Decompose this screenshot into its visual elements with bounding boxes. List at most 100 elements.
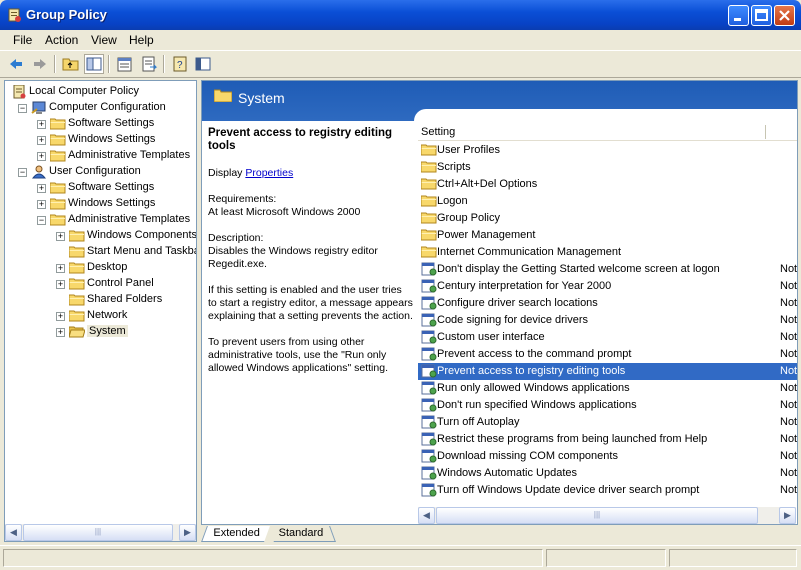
expand-icon[interactable]: +	[37, 136, 46, 145]
setting-state: Not	[780, 280, 798, 292]
tree-pane[interactable]: Local Computer Policy − Computer Configura…	[4, 80, 197, 542]
header-band: System	[202, 81, 797, 121]
expand-icon[interactable]: +	[56, 312, 65, 321]
tree-item[interactable]: − User Configuration	[5, 164, 196, 180]
forward-button[interactable]	[30, 54, 50, 74]
scroll-left-button[interactable]: ◀	[5, 524, 22, 541]
expand-icon[interactable]: +	[37, 200, 46, 209]
collapse-icon[interactable]: −	[18, 168, 27, 177]
minimize-button[interactable]	[728, 5, 749, 26]
tree-item[interactable]: Shared Folders	[5, 292, 196, 308]
folder-row[interactable]: Ctrl+Alt+Del Options	[418, 176, 797, 193]
setting-row[interactable]: Prevent access to the command prompt Not	[418, 346, 797, 363]
scroll-left-button[interactable]: ◀	[418, 507, 435, 524]
folder-icon	[214, 89, 232, 102]
policy-icon	[11, 84, 27, 99]
menu-view[interactable]: View	[91, 33, 117, 47]
setting-row[interactable]: Custom user interface Not	[418, 329, 797, 346]
menu-help[interactable]: Help	[129, 33, 154, 47]
setting-row[interactable]: Download missing COM components Not	[418, 448, 797, 465]
folder-row[interactable]: Internet Communication Management	[418, 244, 797, 261]
close-button[interactable]	[774, 5, 795, 26]
setting-state: Not	[780, 314, 798, 326]
tree-horizontal-scrollbar[interactable]: ◀ ||| ▶	[5, 524, 196, 541]
tree-item[interactable]: + Windows Components	[5, 228, 196, 244]
folder-row[interactable]: Group Policy	[418, 210, 797, 227]
scroll-right-button[interactable]: ▶	[179, 524, 196, 541]
folder-icon	[68, 245, 85, 258]
tree-item[interactable]: Local Computer Policy	[5, 84, 196, 100]
setting-row[interactable]: Run only allowed Windows applications Not	[418, 380, 797, 397]
setting-row[interactable]: Code signing for device drivers Not	[418, 312, 798, 329]
folder-row[interactable]: Scripts	[418, 159, 797, 176]
show-hide-tree-button[interactable]	[84, 54, 104, 74]
tree-item[interactable]: + System	[5, 324, 196, 340]
setting-icon	[421, 279, 437, 293]
title-bar[interactable]: Group Policy	[0, 0, 801, 30]
tree-item[interactable]: − Administrative Templates	[5, 212, 196, 228]
tab-extended[interactable]: Extended	[201, 526, 271, 542]
setting-row[interactable]: Century interpretation for Year 2000 Not	[418, 278, 798, 295]
expand-icon[interactable]: +	[56, 264, 65, 273]
setting-row[interactable]: Windows Automatic Updates Not	[418, 465, 797, 482]
setting-row[interactable]: Restrict these programs from being launc…	[418, 431, 797, 448]
properties-link[interactable]: Properties	[245, 167, 293, 179]
tree-item[interactable]: + Software Settings	[5, 180, 196, 196]
tree-item[interactable]: + Windows Settings	[5, 132, 196, 148]
folder-row[interactable]: User Profiles	[418, 142, 797, 159]
setting-state: Not	[780, 484, 798, 496]
tree-item[interactable]: + Software Settings	[5, 116, 196, 132]
folder-row[interactable]: Logon	[418, 193, 797, 210]
tree-item-label: Shared Folders	[87, 293, 163, 305]
setting-row[interactable]: Don't run specified Windows applications…	[418, 397, 797, 414]
back-button[interactable]	[6, 54, 26, 74]
expand-icon[interactable]: +	[37, 120, 46, 129]
folder-icon	[420, 143, 437, 157]
setting-row[interactable]: Don't display the Getting Started welcom…	[418, 261, 797, 278]
expand-icon[interactable]: +	[56, 280, 65, 289]
expand-icon[interactable]: +	[37, 184, 46, 193]
tab-standard[interactable]: Standard	[268, 526, 336, 542]
menu-file[interactable]: File	[13, 33, 32, 47]
properties-button[interactable]	[115, 54, 135, 74]
tree-item[interactable]: + Network	[5, 308, 196, 324]
setting-label: Ctrl+Alt+Del Options	[437, 178, 538, 190]
folder-icon	[420, 211, 437, 225]
column-divider[interactable]	[765, 125, 766, 139]
folder-icon	[49, 197, 66, 210]
folder-icon	[420, 160, 437, 174]
maximize-button[interactable]	[751, 5, 772, 26]
export-list-button[interactable]	[139, 54, 159, 74]
setting-label: User Profiles	[437, 144, 500, 156]
scroll-thumb[interactable]: |||	[23, 524, 173, 541]
tree-item[interactable]: − Computer Configuration	[5, 100, 196, 116]
setting-row[interactable]: Prevent access to registry editing tools…	[418, 363, 797, 380]
setting-row[interactable]: Configure driver search locations Not	[418, 295, 797, 312]
tree-item[interactable]: + Desktop	[5, 260, 196, 276]
console-pane-icon	[195, 57, 211, 71]
setting-label: Prevent access to the command prompt	[437, 348, 632, 360]
setting-column-header[interactable]: Setting	[421, 126, 455, 138]
expand-icon[interactable]: +	[56, 328, 65, 337]
help-button[interactable]: ?	[170, 54, 190, 74]
console-button[interactable]	[193, 54, 213, 74]
collapse-icon[interactable]: −	[37, 216, 46, 225]
up-one-level-button[interactable]	[61, 54, 81, 74]
menu-action[interactable]: Action	[45, 33, 78, 47]
collapse-icon[interactable]: −	[18, 104, 27, 113]
setting-row[interactable]: Turn off Autoplay Not	[418, 414, 797, 431]
tree-item[interactable]: + Windows Settings	[5, 196, 196, 212]
scroll-right-button[interactable]: ▶	[779, 507, 796, 524]
tree-item[interactable]: + Administrative Templates	[5, 148, 196, 164]
horizontal-scrollbar[interactable]: ◀ ||| ▶	[418, 507, 796, 524]
expand-icon[interactable]: +	[56, 232, 65, 241]
setting-row[interactable]: Turn off Windows Update device driver se…	[418, 482, 798, 499]
scroll-thumb[interactable]: |||	[436, 507, 758, 524]
expand-icon[interactable]: +	[37, 152, 46, 161]
folder-icon	[420, 194, 437, 208]
folder-row[interactable]: Power Management	[418, 227, 797, 244]
display-label: Display	[208, 167, 243, 179]
tree-item[interactable]: Start Menu and Taskba	[5, 244, 196, 260]
setting-icon	[421, 381, 437, 395]
tree-item[interactable]: + Control Panel	[5, 276, 196, 292]
